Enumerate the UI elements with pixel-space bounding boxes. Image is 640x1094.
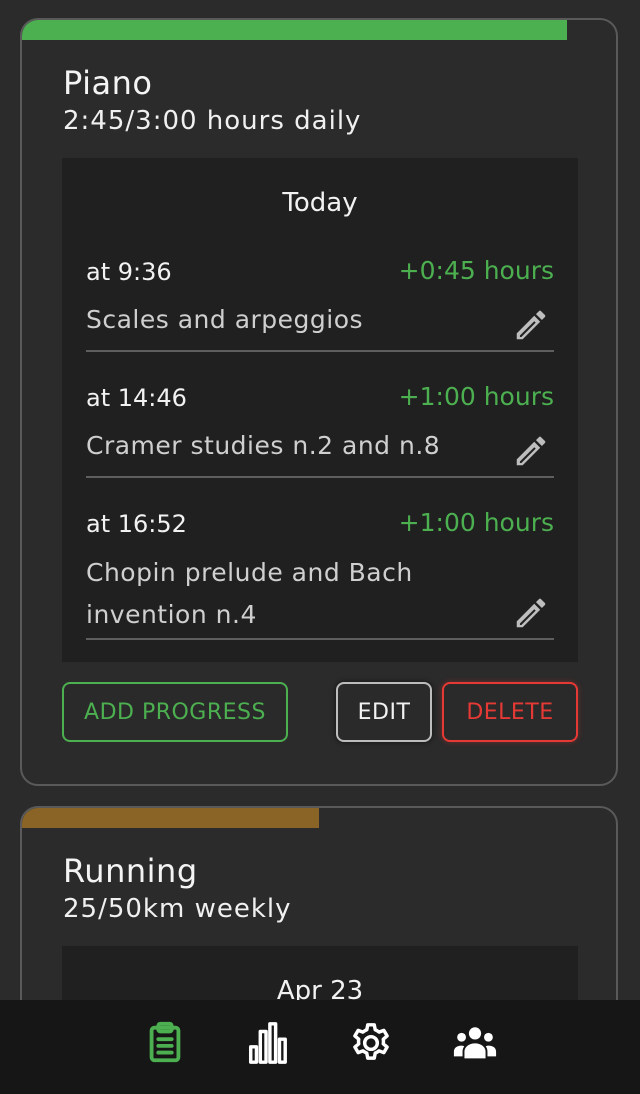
goal-target: 2:45/3:00 hours daily [63,106,362,136]
log-entry: at 14:46 +1:00 hours Cramer studies n.2 … [86,380,554,478]
entry-time: at 14:46 [86,384,187,412]
delete-goal-button[interactable]: DELETE [442,682,578,742]
goal-progress-bar [22,808,319,828]
gear-icon[interactable] [348,1020,394,1066]
entry-time: at 9:36 [86,258,172,286]
edit-goal-button[interactable]: EDIT [336,682,432,742]
bar-chart-icon[interactable] [244,1020,290,1066]
entry-time: at 16:52 [86,510,187,538]
log-date-header: Today [282,188,358,218]
entry-note: Cramer studies n.2 and n.8 [86,431,441,460]
progress-log: Today at 9:36 +0:45 hours Scales and arp… [62,158,578,662]
log-entry: at 9:36 +0:45 hours Scales and arpeggios [86,254,554,352]
add-progress-button[interactable]: ADD PROGRESS [62,682,288,742]
entry-amount: +1:00 hours [398,508,554,537]
goal-card-piano: Piano 2:45/3:00 hours daily Today at 9:3… [20,18,618,786]
entry-note: Chopin prelude and Bach invention n.4 [86,558,413,629]
goals-screen: Piano 2:45/3:00 hours daily Today at 9:3… [0,0,640,1094]
entry-note: Scales and arpeggios [86,305,364,334]
bottom-navigation [0,1000,640,1094]
clipboard-list-icon[interactable] [142,1020,188,1066]
log-entry: at 16:52 +1:00 hours Chopin prelude and … [86,506,554,640]
goal-target: 25/50km weekly [63,894,292,924]
entry-amount: +0:45 hours [398,256,554,285]
pencil-icon[interactable] [512,594,550,632]
goal-title: Piano [63,64,153,102]
users-icon[interactable] [452,1020,498,1066]
entry-amount: +1:00 hours [398,382,554,411]
goal-title: Running [63,852,198,890]
pencil-icon[interactable] [512,306,550,344]
pencil-icon[interactable] [512,432,550,470]
goal-progress-bar [22,20,567,40]
